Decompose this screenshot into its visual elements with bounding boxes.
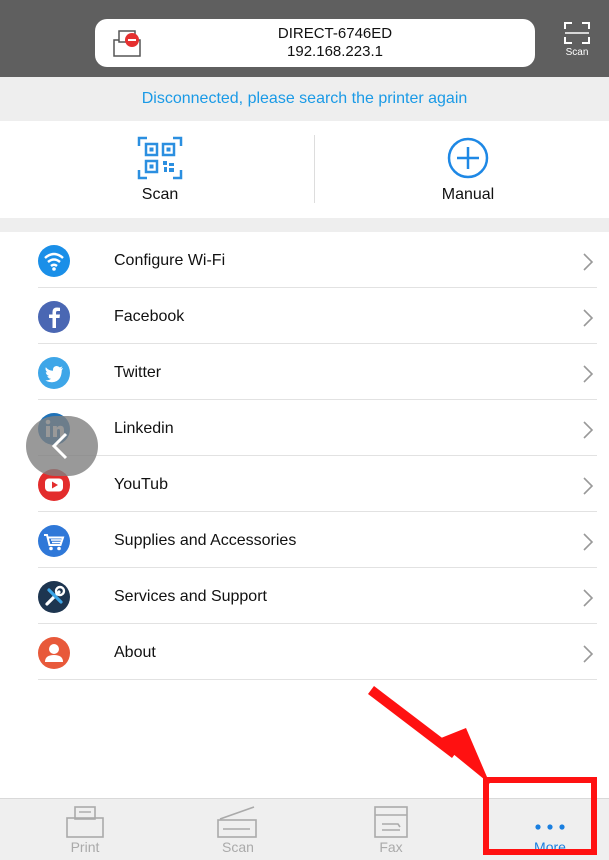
annotation-arrow-icon xyxy=(368,686,490,784)
header-scan-label: Scan xyxy=(565,47,589,58)
tab-scan[interactable]: Scan xyxy=(183,799,293,860)
header-scan-button[interactable]: Scan xyxy=(553,22,601,70)
printer-icon xyxy=(66,806,104,838)
twitter-icon xyxy=(38,357,70,389)
tab-print-label: Print xyxy=(70,839,100,855)
menu-item-supplies-accessories[interactable]: Supplies and Accessories xyxy=(0,512,609,568)
printer-selector[interactable]: DIRECT-6746ED 192.168.223.1 xyxy=(95,19,535,67)
menu-item-label: Supplies and Accessories xyxy=(114,532,297,549)
menu-item-label: Linkedin xyxy=(114,420,174,437)
chevron-right-icon xyxy=(583,365,594,383)
menu-item-label: Facebook xyxy=(114,308,185,325)
manual-connect-label: Manual xyxy=(441,186,495,203)
tools-icon xyxy=(38,581,70,613)
actions-divider xyxy=(314,135,315,203)
wifi-icon xyxy=(38,245,70,277)
cart-icon xyxy=(38,525,70,557)
scanner-icon xyxy=(217,806,257,838)
app-header: DIRECT-6746ED 192.168.223.1 Scan xyxy=(0,0,609,77)
connect-actions: Scan Manual xyxy=(0,121,609,218)
tab-scan-label: Scan xyxy=(222,839,254,855)
annotation-highlight-box xyxy=(483,777,597,855)
manual-connect-button[interactable]: Manual xyxy=(318,121,609,218)
menu-item-label: Twitter xyxy=(114,364,162,381)
menu-item-label: Configure Wi-Fi xyxy=(114,252,226,269)
menu-item-label: YouTub xyxy=(114,476,168,493)
qr-code-icon xyxy=(137,136,183,180)
section-gap xyxy=(0,218,609,232)
chevron-right-icon xyxy=(583,589,594,607)
plus-circle-icon xyxy=(447,137,489,179)
scan-qr-button[interactable]: Scan xyxy=(10,121,310,218)
menu-item-facebook[interactable]: Facebook xyxy=(0,288,609,344)
menu-item-twitter[interactable]: Twitter xyxy=(0,344,609,400)
fax-icon xyxy=(374,806,408,838)
tab-fax-label: Fax xyxy=(379,839,403,855)
chevron-left-icon xyxy=(51,432,68,460)
connection-status-bar[interactable]: Disconnected, please search the printer … xyxy=(0,77,609,121)
menu-item-configure-wifi[interactable]: Configure Wi-Fi xyxy=(0,232,609,288)
scan-qr-label: Scan xyxy=(141,186,179,203)
menu-item-services-support[interactable]: Services and Support xyxy=(0,568,609,624)
chevron-right-icon xyxy=(583,533,594,551)
facebook-icon xyxy=(38,301,70,333)
scan-frame-icon xyxy=(564,22,590,44)
menu-item-label: About xyxy=(114,644,156,661)
person-icon xyxy=(38,637,70,669)
chevron-right-icon xyxy=(583,645,594,663)
chevron-right-icon xyxy=(583,477,594,495)
printer-name: DIRECT-6746ED xyxy=(277,25,393,42)
menu-item-about[interactable]: About xyxy=(0,624,609,680)
printer-ip: 192.168.223.1 xyxy=(287,43,383,60)
printer-disconnected-icon xyxy=(110,28,146,58)
menu-item-label: Services and Support xyxy=(114,588,267,605)
chevron-right-icon xyxy=(583,309,594,327)
row-divider xyxy=(38,679,597,680)
tab-print[interactable]: Print xyxy=(30,799,140,860)
tab-fax[interactable]: Fax xyxy=(336,799,446,860)
chevron-right-icon xyxy=(583,421,594,439)
floating-back-button[interactable] xyxy=(26,416,98,476)
chevron-right-icon xyxy=(583,253,594,271)
connection-status-text[interactable]: Disconnected, please search the printer … xyxy=(0,90,609,108)
